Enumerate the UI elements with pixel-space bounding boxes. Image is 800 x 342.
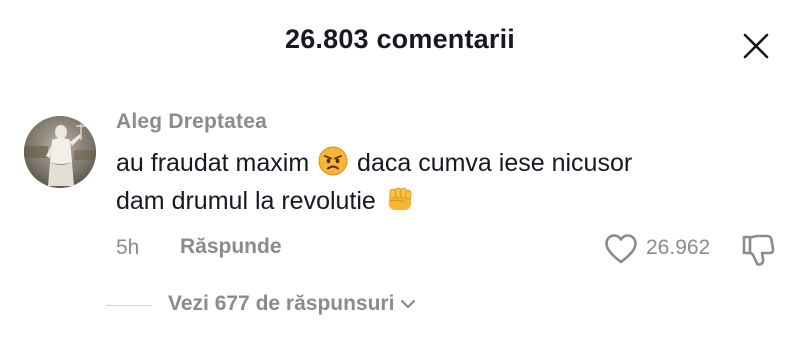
close-icon xyxy=(743,33,769,59)
comment-body: au fraudat maxim daca cumva iese nicusor… xyxy=(116,144,736,220)
thumbs-down-icon xyxy=(742,234,775,266)
comment-text-part2: daca cumva iese nicusor xyxy=(357,149,633,177)
close-button[interactable] xyxy=(736,26,776,66)
comment-text-part3: dam drumul la revolutie xyxy=(116,187,376,215)
dislike-button[interactable] xyxy=(740,232,776,268)
comments-panel: 26.803 comentarii Aleg Dreptatea au frau… xyxy=(0,0,800,342)
chevron-down-icon xyxy=(401,299,416,309)
like-count: 26.962 xyxy=(646,236,711,259)
comment-username[interactable]: Aleg Dreptatea xyxy=(116,110,267,134)
replies-divider xyxy=(106,305,152,306)
comment-timestamp: 5h xyxy=(116,236,140,259)
view-replies-button[interactable]: Vezi 677 de răspunsuri xyxy=(168,292,416,316)
view-replies-label: Vezi 677 de răspunsuri xyxy=(168,292,395,315)
avatar[interactable] xyxy=(24,116,96,188)
reply-button[interactable]: Răspunde xyxy=(180,235,282,259)
fist-emoji-icon xyxy=(388,187,412,210)
avatar-statue-image xyxy=(24,116,96,188)
comments-count-title: 26.803 comentarii xyxy=(284,24,516,54)
comment-text-part1: au fraudat maxim xyxy=(116,149,310,177)
heart-outline-icon xyxy=(605,234,637,264)
angry-face-emoji-icon xyxy=(318,146,348,176)
like-button[interactable] xyxy=(604,233,638,265)
